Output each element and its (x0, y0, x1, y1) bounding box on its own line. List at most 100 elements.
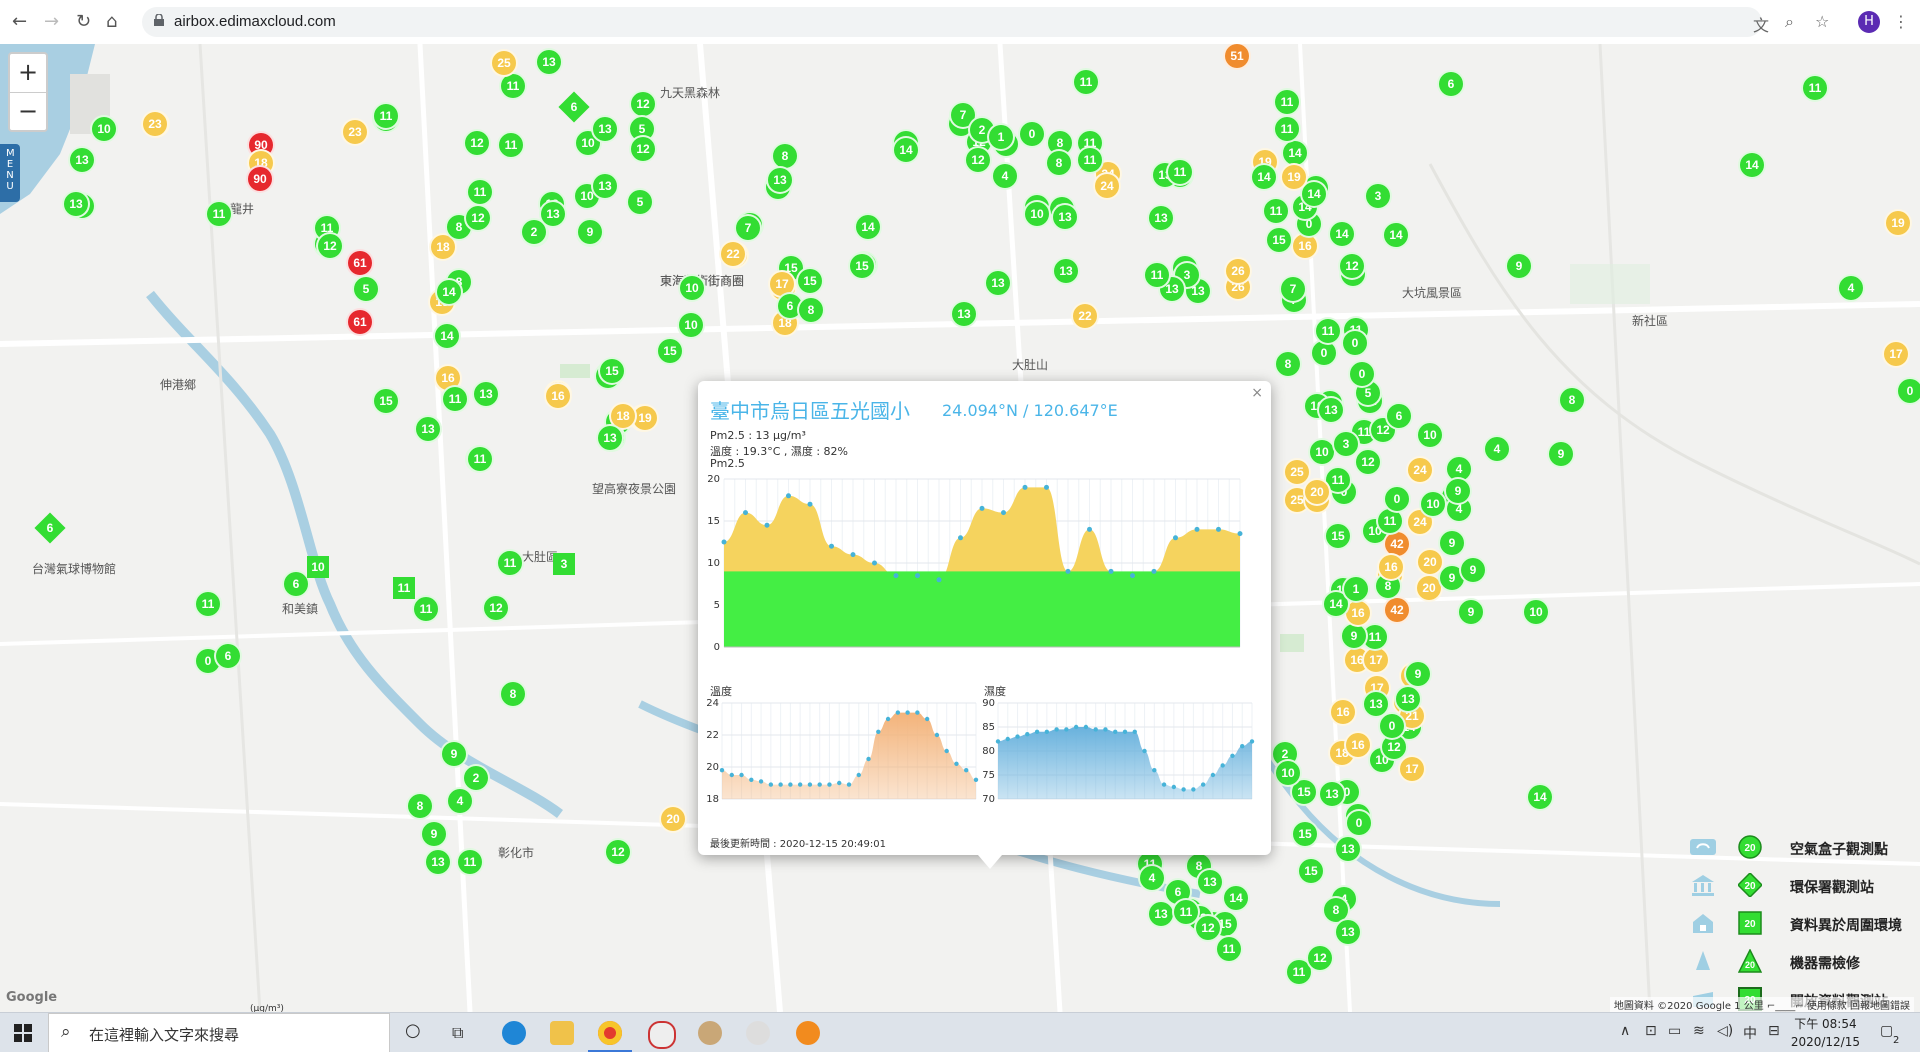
station-marker[interactable]: 13 (535, 48, 563, 76)
square-station-marker[interactable]: 11 (393, 577, 415, 599)
station-marker[interactable]: 16 (1344, 731, 1372, 759)
station-marker[interactable]: 15 (796, 267, 824, 295)
station-marker[interactable]: 11 (1172, 898, 1200, 926)
station-marker[interactable]: 13 (766, 166, 794, 194)
station-marker[interactable]: 13 (472, 380, 500, 408)
station-marker[interactable]: 20 (1416, 548, 1444, 576)
station-marker[interactable]: 15 (1324, 522, 1352, 550)
menu-dots-icon[interactable]: ⋮ (1893, 12, 1909, 31)
square-station-marker[interactable]: 10 (307, 556, 329, 578)
address-bar[interactable]: airbox.edimaxcloud.com (142, 7, 1762, 37)
station-marker[interactable]: 11 (1072, 68, 1100, 96)
station-marker[interactable]: 0 (1345, 809, 1373, 837)
station-marker[interactable]: 13 (68, 146, 96, 174)
diamond-station-marker[interactable]: 6 (558, 91, 590, 123)
station-marker[interactable]: 13 (1147, 204, 1175, 232)
station-marker[interactable]: 11 (412, 595, 440, 623)
taskbar-search-box[interactable]: ⌕ 在這裡輸入文字來搜尋 (48, 1013, 390, 1052)
station-marker[interactable]: 12 (964, 146, 992, 174)
station-marker[interactable]: 90 (246, 165, 274, 193)
station-marker[interactable]: 11 (1801, 74, 1829, 102)
station-marker[interactable]: 26 (1224, 257, 1252, 285)
station-marker[interactable]: 13 (1334, 918, 1362, 946)
station-marker[interactable]: 9 (1547, 440, 1575, 468)
ime-indicator[interactable]: 中 (1743, 1023, 1757, 1043)
station-marker[interactable]: 11 (456, 848, 484, 876)
station-marker[interactable]: 6 (1385, 402, 1413, 430)
station-marker[interactable]: 14 (1526, 783, 1554, 811)
station-marker[interactable]: 11 (496, 549, 524, 577)
app-paint-icon[interactable] (746, 1021, 770, 1045)
app-compass-icon[interactable] (648, 1021, 676, 1049)
home-icon[interactable]: ⌂ (106, 11, 117, 32)
station-marker[interactable]: 22 (1071, 302, 1099, 330)
station-marker[interactable]: 9 (1444, 477, 1472, 505)
station-marker[interactable]: 10 (90, 115, 118, 143)
station-marker[interactable]: 9 (576, 218, 604, 246)
station-marker[interactable]: 20 (1303, 478, 1331, 506)
station-marker[interactable]: 8 (406, 792, 434, 820)
station-marker[interactable]: 0 (1896, 377, 1920, 405)
station-marker[interactable]: 13 (591, 172, 619, 200)
app-owl-icon[interactable] (698, 1021, 722, 1045)
station-marker[interactable]: 14 (1382, 221, 1410, 249)
popup-close-button[interactable]: × (1251, 385, 1263, 401)
station-marker[interactable]: 15 (656, 337, 684, 365)
station-marker[interactable]: 12 (604, 838, 632, 866)
station-marker[interactable]: 12 (463, 129, 491, 157)
bookmark-star-icon[interactable]: ☆ (1815, 12, 1829, 31)
station-marker[interactable]: 22 (719, 240, 747, 268)
station-marker[interactable]: 17 (1882, 340, 1910, 368)
station-marker[interactable]: 15 (598, 357, 626, 385)
station-marker[interactable]: 9 (1505, 252, 1533, 280)
station-marker[interactable]: 10 (1419, 490, 1447, 518)
station-marker[interactable]: 0 (1348, 360, 1376, 388)
station-marker[interactable]: 13 (1196, 868, 1224, 896)
station-marker[interactable]: 3 (1364, 182, 1392, 210)
tray-keyboard-icon[interactable]: ⊟ (1768, 1023, 1780, 1039)
station-marker[interactable]: 8 (797, 296, 825, 324)
station-marker[interactable]: 11 (1273, 88, 1301, 116)
taskbar-clock[interactable]: 下午 08:54 2020/12/15 (1791, 1015, 1860, 1051)
station-marker[interactable]: 8 (499, 680, 527, 708)
station-marker[interactable]: 9 (1457, 598, 1485, 626)
station-marker[interactable]: 13 (414, 415, 442, 443)
station-marker[interactable]: 13 (1051, 203, 1079, 231)
station-marker[interactable]: 13 (424, 848, 452, 876)
station-marker[interactable]: 19 (1884, 209, 1912, 237)
station-marker[interactable]: 12 (1354, 448, 1382, 476)
forward-icon[interactable]: → (44, 11, 59, 32)
station-marker[interactable]: 23 (341, 118, 369, 146)
tray-wifi-icon[interactable]: ≋ (1693, 1023, 1705, 1039)
station-marker[interactable]: 20 (659, 805, 687, 833)
station-marker[interactable]: 13 (1318, 780, 1346, 808)
station-marker[interactable]: 9 (1459, 556, 1487, 584)
station-marker[interactable]: 5 (626, 188, 654, 216)
zoom-out-button[interactable]: − (10, 93, 46, 131)
station-marker[interactable]: 4 (991, 162, 1019, 190)
station-marker[interactable]: 10 (1416, 421, 1444, 449)
station-marker[interactable]: 12 (482, 594, 510, 622)
station-marker[interactable]: 1 (987, 123, 1015, 151)
tray-volume-icon[interactable]: ◁) (1717, 1023, 1733, 1039)
station-marker[interactable]: 17 (1398, 755, 1426, 783)
station-marker[interactable]: 4 (1483, 435, 1511, 463)
station-marker[interactable]: 11 (1143, 261, 1171, 289)
map-canvas[interactable]: 龍井伸港鄉大肚區和美鎮彰化市東海藝術街商圈望高寮夜景公園大坑風景區新社區大肚山九… (0, 44, 1920, 1012)
station-marker[interactable]: 10 (677, 311, 705, 339)
zoom-in-button[interactable]: + (10, 54, 46, 93)
chrome-icon[interactable] (598, 1021, 622, 1045)
station-marker[interactable]: 4 (1837, 274, 1865, 302)
cortana-icon[interactable]: ○ (405, 1020, 421, 1041)
profile-avatar[interactable]: H (1858, 11, 1880, 33)
station-marker[interactable]: 14 (435, 278, 463, 306)
station-marker[interactable]: 11 (372, 102, 400, 130)
station-marker[interactable]: 14 (1738, 151, 1766, 179)
station-marker[interactable]: 10 (1023, 200, 1051, 228)
station-marker[interactable]: 16 (1377, 553, 1405, 581)
station-marker[interactable]: 10 (1522, 598, 1550, 626)
station-marker[interactable]: 13 (539, 200, 567, 228)
station-marker[interactable]: 7 (1279, 275, 1307, 303)
station-marker[interactable]: 11 (205, 200, 233, 228)
translate-icon[interactable]: 文 (1753, 12, 1769, 36)
